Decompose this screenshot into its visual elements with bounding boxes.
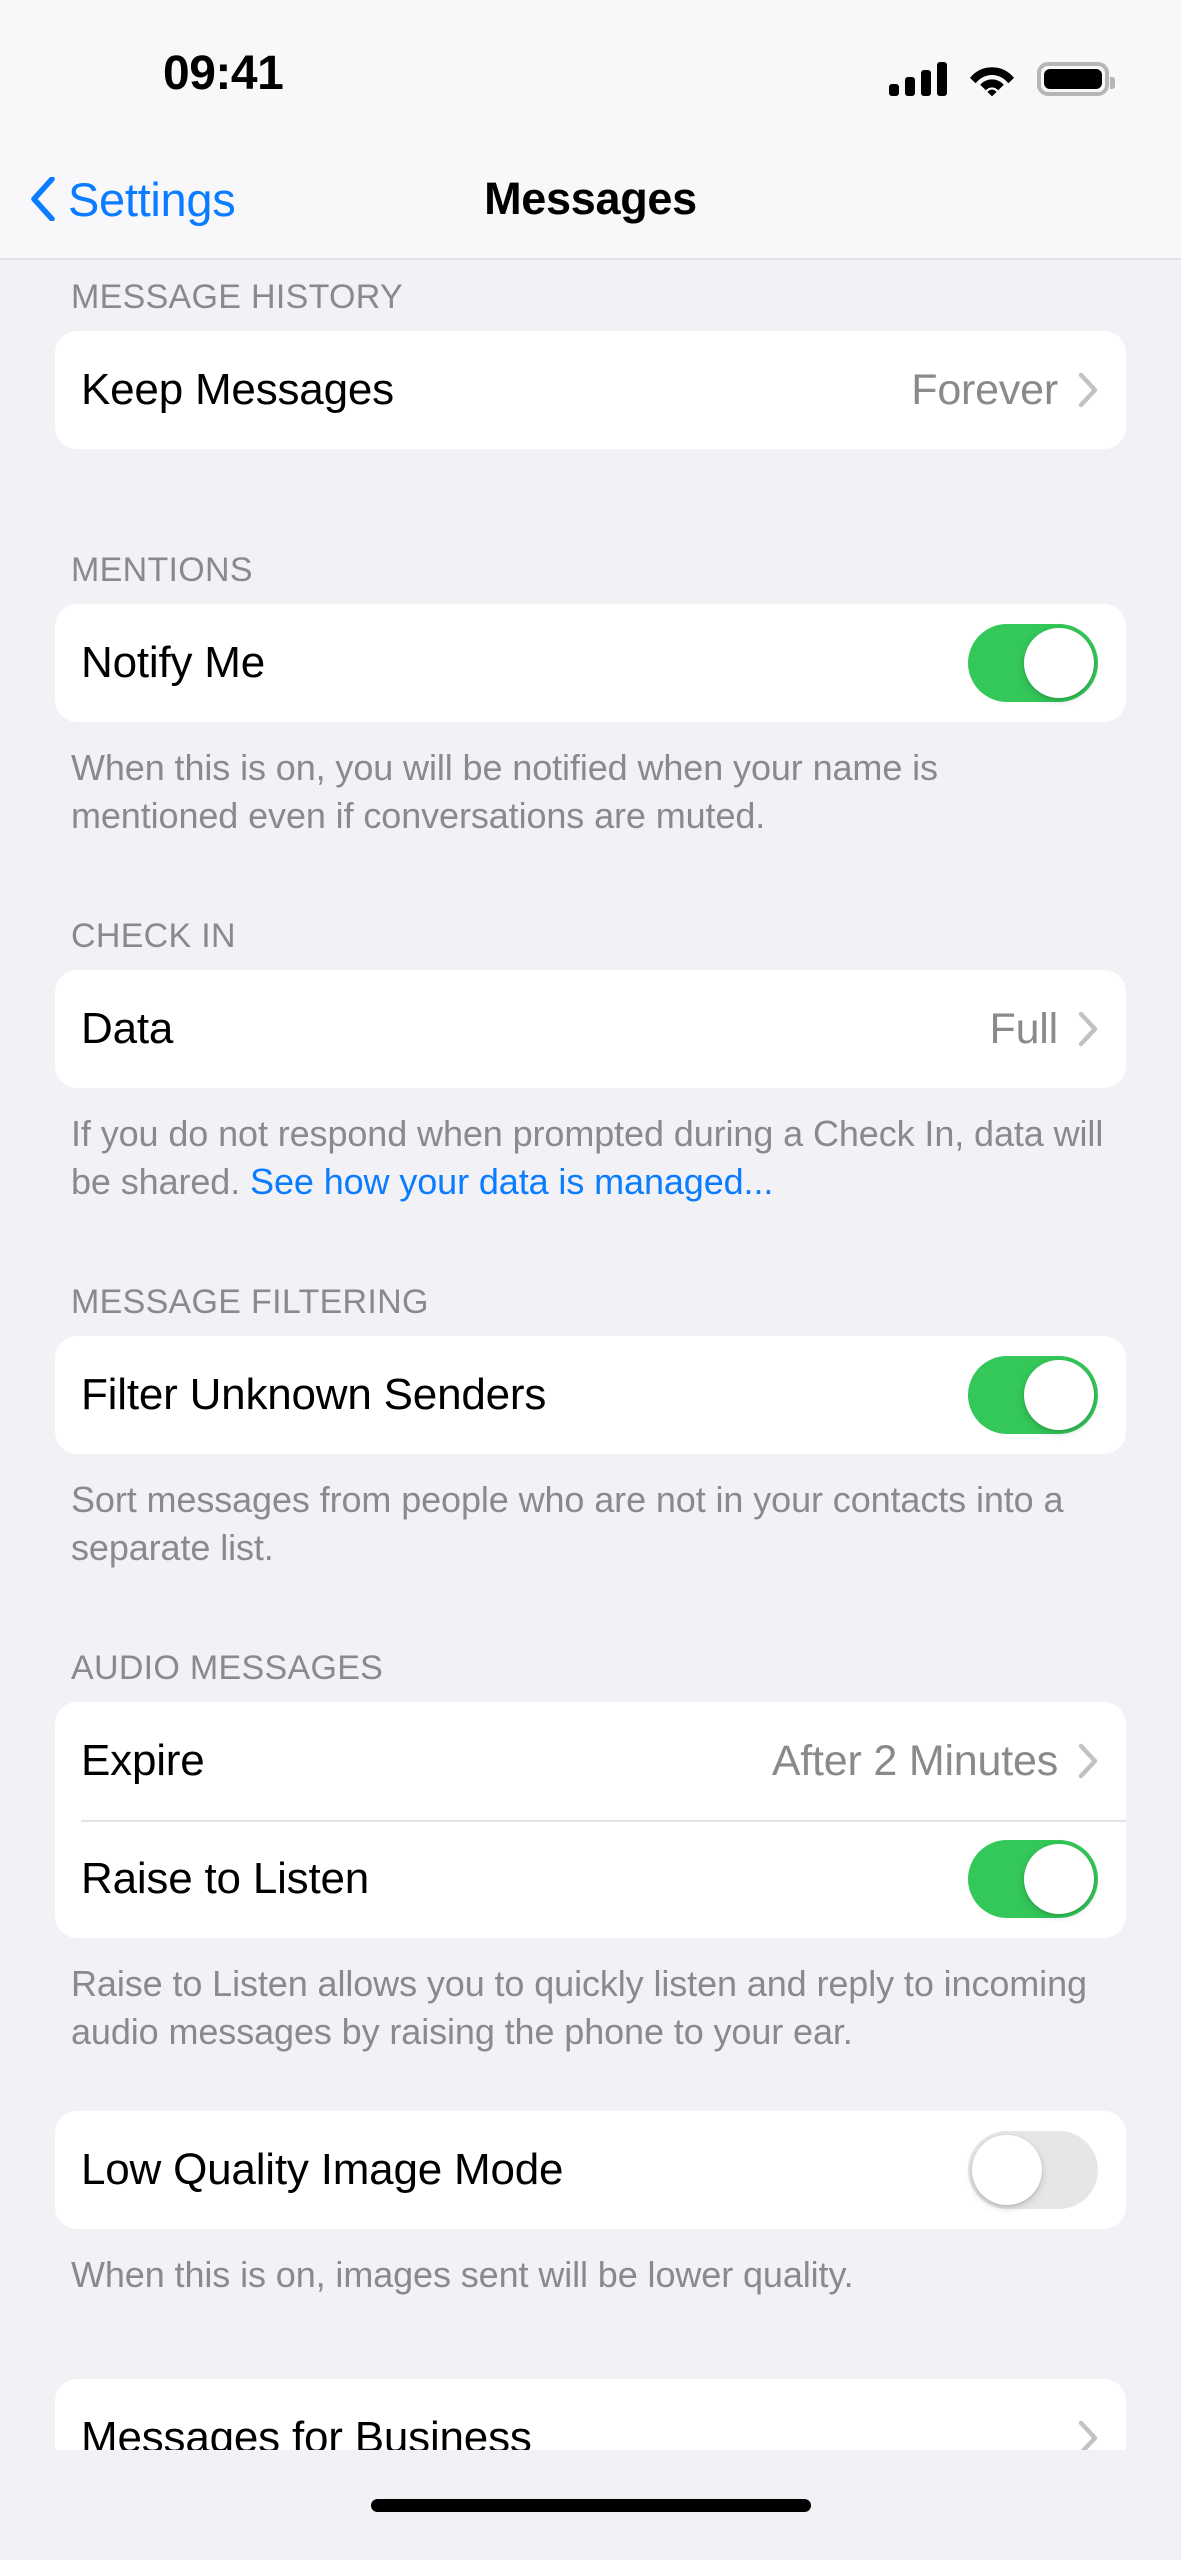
status-bar: 09:41 — [0, 0, 1181, 140]
section-header-check-in: CHECK IN — [71, 917, 236, 956]
section-card-check-in: Data Full — [55, 970, 1126, 1089]
section-card-low-quality-image-mode: Low Quality Image Mode — [55, 2111, 1126, 2230]
section-footer-audio-messages: Raise to Listen allows you to quickly li… — [71, 1963, 1087, 2052]
settings-messages-screen: 09:41 Settings Messages MESSAGE HISTORY … — [0, 0, 1181, 2560]
row-label: Expire — [81, 1736, 205, 1786]
section-header-audio-messages: AUDIO MESSAGES — [71, 1649, 384, 1688]
back-button[interactable]: Settings — [30, 172, 236, 226]
home-indicator-area — [0, 2450, 1181, 2560]
navigation-bar: Settings Messages — [0, 140, 1181, 260]
toggle-knob — [1024, 628, 1094, 698]
row-label: Messages for Business — [81, 2412, 532, 2450]
chevron-right-icon — [1078, 1743, 1098, 1779]
filter-unknown-senders-toggle[interactable] — [968, 1356, 1098, 1435]
row-messages-for-business[interactable]: Messages for Business — [55, 2379, 1126, 2450]
row-label: Filter Unknown Senders — [81, 1370, 547, 1420]
section-footer-low-quality-image-mode: When this is on, images sent will be low… — [71, 2254, 854, 2296]
toggle-knob — [972, 2135, 1042, 2206]
notify-me-toggle[interactable] — [968, 624, 1098, 702]
raise-to-listen-toggle[interactable] — [968, 1840, 1098, 1919]
wifi-icon — [970, 67, 1014, 96]
status-bar-time: 09:41 — [163, 47, 284, 100]
row-notify-me[interactable]: Notify Me — [55, 604, 1126, 722]
section-card-message-history: Keep Messages Forever — [55, 331, 1126, 449]
row-filter-unknown-senders[interactable]: Filter Unknown Senders — [55, 1336, 1126, 1454]
section-card-mentions: Notify Me — [55, 604, 1126, 722]
row-label: Keep Messages — [81, 365, 394, 414]
toggle-knob — [1024, 1844, 1094, 1915]
cellular-signal-icon — [889, 62, 947, 96]
row-value: After 2 Minutes — [771, 1736, 1058, 1785]
row-raise-to-listen[interactable]: Raise to Listen — [55, 1820, 1126, 1938]
row-low-quality-image-mode[interactable]: Low Quality Image Mode — [55, 2111, 1126, 2229]
section-footer-message-filtering: Sort messages from people who are not in… — [71, 1479, 1064, 1568]
chevron-left-icon — [31, 177, 55, 221]
home-indicator[interactable] — [370, 2498, 811, 2512]
low-quality-image-mode-toggle[interactable] — [968, 2131, 1098, 2210]
toggle-knob — [1024, 1360, 1094, 1431]
chevron-right-icon — [1078, 2420, 1098, 2450]
data-management-link[interactable]: See how your data is managed... — [250, 1161, 773, 1202]
section-footer-mentions: When this is on, you will be notified wh… — [71, 747, 938, 836]
section-header-mentions: MENTIONS — [71, 551, 253, 589]
section-card-message-filtering: Filter Unknown Senders — [55, 1336, 1126, 1455]
section-header-message-history: MESSAGE HISTORY — [71, 278, 403, 316]
section-header-message-filtering: MESSAGE FILTERING — [71, 1283, 429, 1322]
chevron-right-icon — [1078, 372, 1098, 408]
row-value: Forever — [911, 365, 1058, 414]
section-card-messages-for-business: Messages for Business — [55, 2378, 1126, 2450]
row-label: Data — [81, 1004, 174, 1054]
chevron-right-icon — [1078, 1011, 1098, 1047]
back-button-label: Settings — [68, 172, 236, 226]
section-footer-check-in: If you do not respond when prompted duri… — [55, 1088, 1126, 1205]
row-expire[interactable]: Expire After 2 Minutes — [55, 1702, 1126, 1820]
row-value: Full — [989, 1004, 1059, 1053]
status-bar-indicators — [889, 52, 1115, 96]
section-card-audio-messages: Expire After 2 Minutes Raise to Listen — [55, 1702, 1126, 1939]
row-label: Raise to Listen — [81, 1854, 370, 1904]
battery-full-icon — [1037, 62, 1115, 96]
row-label: Notify Me — [81, 638, 266, 687]
row-keep-messages[interactable]: Keep Messages Forever — [55, 331, 1126, 449]
settings-list[interactable]: MESSAGE HISTORY Keep Messages Forever ME… — [0, 260, 1181, 2450]
row-label: Low Quality Image Mode — [81, 2145, 564, 2195]
row-data[interactable]: Data Full — [55, 970, 1126, 1088]
